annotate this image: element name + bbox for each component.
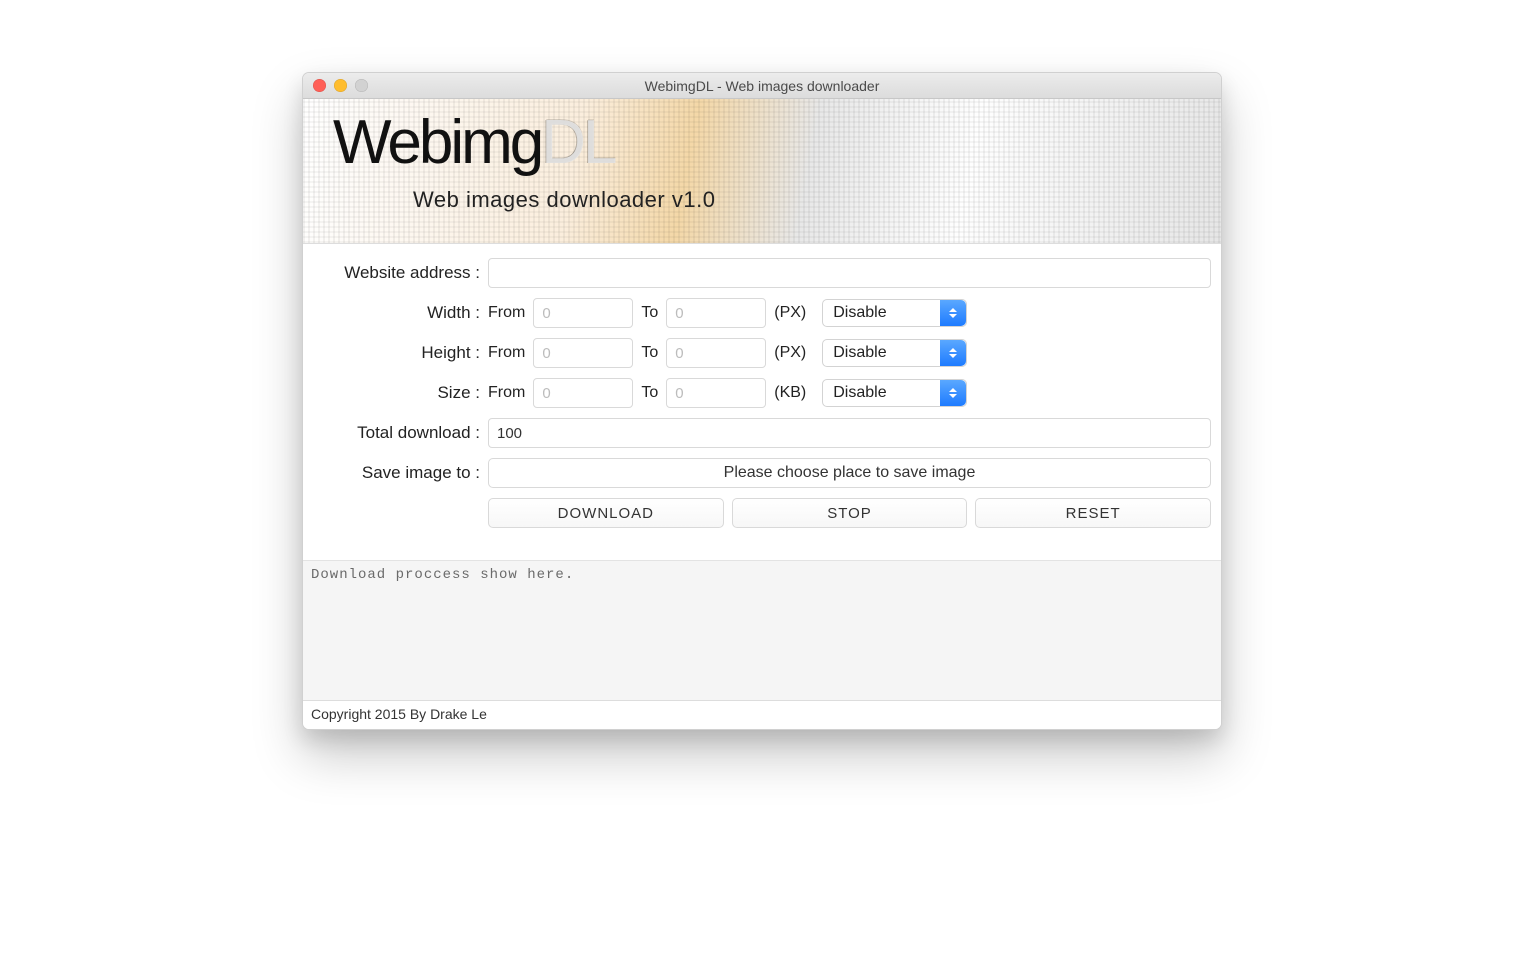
size-to-label: To bbox=[641, 384, 658, 402]
width-to-label: To bbox=[641, 304, 658, 322]
copyright: Copyright 2015 By Drake Le bbox=[311, 706, 487, 722]
size-select[interactable]: Disable bbox=[822, 379, 967, 407]
close-icon[interactable] bbox=[313, 79, 326, 92]
minimize-icon[interactable] bbox=[334, 79, 347, 92]
height-select[interactable]: Disable bbox=[822, 339, 967, 367]
size-from-input[interactable] bbox=[533, 378, 633, 408]
reset-button[interactable]: RESET bbox=[975, 498, 1211, 528]
logo-suffix: DL bbox=[541, 108, 614, 177]
save-path-button[interactable]: Please choose place to save image bbox=[488, 458, 1211, 488]
chevron-updown-icon bbox=[940, 300, 966, 326]
height-from-input[interactable] bbox=[533, 338, 633, 368]
size-to-input[interactable] bbox=[666, 378, 766, 408]
app-logo: WebimgDL bbox=[333, 107, 615, 178]
website-input[interactable] bbox=[488, 258, 1211, 288]
chevron-updown-icon bbox=[940, 340, 966, 366]
chevron-updown-icon bbox=[940, 380, 966, 406]
height-to-input[interactable] bbox=[666, 338, 766, 368]
banner-subtitle: Web images downloader v1.0 bbox=[413, 187, 715, 213]
width-to-input[interactable] bbox=[666, 298, 766, 328]
size-from-label: From bbox=[488, 384, 525, 402]
total-input[interactable] bbox=[488, 418, 1211, 448]
height-unit: (PX) bbox=[774, 344, 814, 362]
footer: Copyright 2015 By Drake Le bbox=[303, 700, 1221, 729]
size-select-value: Disable bbox=[833, 384, 886, 402]
width-select-value: Disable bbox=[833, 304, 886, 322]
form-panel: Website address : Width : From To (PX) D… bbox=[303, 244, 1221, 546]
app-window: WebimgDL - Web images downloader WebimgD… bbox=[302, 72, 1222, 730]
size-unit: (KB) bbox=[774, 384, 814, 402]
width-from-label: From bbox=[488, 304, 525, 322]
width-from-input[interactable] bbox=[533, 298, 633, 328]
height-from-label: From bbox=[488, 344, 525, 362]
console-text: Download proccess show here. bbox=[311, 567, 574, 583]
height-to-label: To bbox=[641, 344, 658, 362]
save-label: Save image to : bbox=[313, 463, 488, 483]
size-label: Size : bbox=[313, 383, 488, 403]
width-label: Width : bbox=[313, 303, 488, 323]
window-title: WebimgDL - Web images downloader bbox=[303, 78, 1221, 94]
stop-button[interactable]: STOP bbox=[732, 498, 968, 528]
height-select-value: Disable bbox=[833, 344, 886, 362]
height-label: Height : bbox=[313, 343, 488, 363]
banner: WebimgDL Web images downloader v1.0 bbox=[303, 99, 1221, 244]
website-label: Website address : bbox=[313, 263, 488, 283]
download-button[interactable]: DOWNLOAD bbox=[488, 498, 724, 528]
total-label: Total download : bbox=[313, 423, 488, 443]
logo-main: Webimg bbox=[333, 108, 541, 177]
traffic-lights bbox=[303, 79, 368, 92]
titlebar: WebimgDL - Web images downloader bbox=[303, 73, 1221, 99]
width-unit: (PX) bbox=[774, 304, 814, 322]
console-output: Download proccess show here. bbox=[303, 560, 1221, 700]
maximize-icon[interactable] bbox=[355, 79, 368, 92]
width-select[interactable]: Disable bbox=[822, 299, 967, 327]
